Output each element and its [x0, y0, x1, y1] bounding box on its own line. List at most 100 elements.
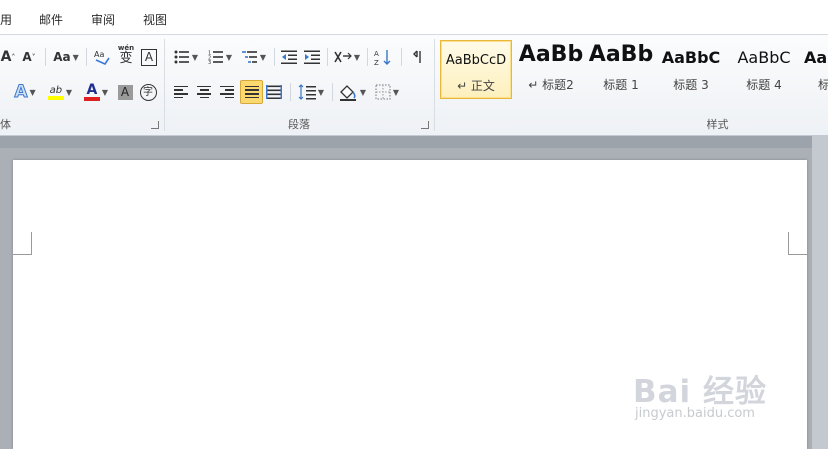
- chevron-down-icon: ▼: [29, 87, 36, 97]
- character-shading-icon: A: [117, 84, 133, 100]
- style-sample: AaBb: [518, 42, 584, 67]
- style-name: 标题 3: [673, 78, 709, 92]
- style-heading-1[interactable]: AaBb 标题 1: [586, 40, 656, 97]
- character-border-icon: A: [141, 48, 157, 66]
- align-right-button[interactable]: [217, 81, 237, 103]
- shrink-font-icon: A: [22, 50, 32, 64]
- sort-button[interactable]: A Z: [372, 46, 394, 68]
- watermark-url: jingyan.baidu.com: [635, 406, 755, 421]
- style-next[interactable]: Aa 标: [800, 40, 828, 97]
- clear-formatting-button[interactable]: Aa: [92, 46, 112, 68]
- font-group: A ˄ A ˅ Aa ▼ Aa wén 变 A A ▼ ab ▼ A ▼ A 字…: [0, 35, 164, 135]
- asian-layout-icon: [334, 51, 352, 63]
- svg-text:3: 3: [208, 60, 211, 64]
- chevron-down-icon: ▼: [65, 87, 73, 97]
- paragraph-group: ▼ 1 2 3 ▼ ▼ ▼ A Z ▼ ▼ ▼ 段落: [165, 35, 433, 135]
- style-name: 标题 4: [746, 78, 782, 92]
- increase-indent-button[interactable]: [302, 46, 322, 68]
- tab-view[interactable]: 视图: [143, 11, 167, 28]
- align-left-button[interactable]: [171, 81, 191, 103]
- separator: [401, 48, 402, 66]
- highlight-icon: ab: [49, 84, 63, 96]
- distributed-button[interactable]: [264, 81, 284, 103]
- ribbon: A ˄ A ˅ Aa ▼ Aa wén 变 A A ▼ ab ▼ A ▼ A 字…: [0, 35, 828, 136]
- borders-button[interactable]: ▼: [372, 81, 402, 103]
- line-spacing-button[interactable]: ▼: [296, 81, 326, 103]
- font-color-swatch: [83, 97, 100, 101]
- highlight-color-swatch: [47, 95, 64, 100]
- align-center-icon: [197, 85, 211, 99]
- font-color-button[interactable]: A ▼: [80, 81, 112, 103]
- crop-mark-right: [788, 232, 807, 255]
- enclose-characters-button[interactable]: 字: [138, 81, 158, 103]
- tab-mailings[interactable]: 邮件: [39, 11, 63, 28]
- phonetic-guide-button[interactable]: wén 变: [116, 44, 136, 66]
- character-shading-button[interactable]: A: [116, 81, 134, 103]
- distributed-icon: [266, 85, 282, 99]
- tab-review[interactable]: 审阅: [91, 11, 115, 28]
- asian-layout-button[interactable]: ▼: [332, 46, 362, 68]
- change-case-label: Aa: [53, 50, 71, 64]
- chevron-down-icon: ▼: [317, 87, 325, 97]
- crop-mark-left: [13, 232, 32, 255]
- justify-icon: [244, 85, 259, 99]
- enclose-characters-icon: 字: [139, 83, 157, 101]
- style-heading-4[interactable]: AaBbC 标题 4: [729, 40, 799, 97]
- show-hide-marks-button[interactable]: [407, 46, 427, 68]
- bullets-button[interactable]: ▼: [171, 46, 201, 68]
- paragraph-dialog-launcher[interactable]: [421, 121, 429, 129]
- multilevel-list-button[interactable]: ▼: [239, 46, 269, 68]
- style-sample: AaBb: [588, 42, 654, 67]
- watermark-logo-text: Bai 经验: [633, 374, 767, 410]
- separator: [274, 48, 275, 66]
- chevron-down-icon: ▼: [225, 52, 233, 62]
- style-sample: AaBbC: [737, 48, 791, 67]
- align-center-button[interactable]: [194, 81, 214, 103]
- style-sample: Aa: [804, 48, 828, 67]
- style-sample: AaBbCcD: [445, 53, 507, 68]
- style-name: 标题 1: [603, 78, 639, 92]
- style-heading-3[interactable]: AaBbC 标题 3: [656, 40, 726, 97]
- justify-button[interactable]: [240, 80, 263, 104]
- bullets-icon: [174, 50, 189, 64]
- text-effects-icon: A: [14, 82, 28, 103]
- phonetic-char: 变: [119, 51, 133, 66]
- svg-text:A: A: [374, 50, 379, 58]
- decrease-indent-button[interactable]: [279, 46, 299, 68]
- paragraph-group-label: 段落: [288, 118, 310, 131]
- character-border-button[interactable]: A: [140, 46, 158, 68]
- line-spacing-icon: [298, 84, 316, 100]
- style-name: 标: [818, 78, 828, 92]
- style-heading-2[interactable]: AaBb ↵ 标题2: [516, 40, 586, 97]
- shading-button[interactable]: ▼: [337, 81, 367, 103]
- increase-indent-icon: [304, 50, 320, 64]
- font-dialog-launcher[interactable]: [151, 121, 159, 129]
- grow-font-icon: A: [0, 49, 12, 65]
- numbering-button[interactable]: 1 2 3 ▼: [205, 46, 235, 68]
- tab-reference[interactable]: 用: [0, 11, 12, 28]
- highlight-color-button[interactable]: ab ▼: [44, 81, 76, 103]
- watermark: Bai 经验 jingyan.baidu.com: [633, 360, 813, 430]
- vertical-scrollbar[interactable]: [812, 136, 828, 449]
- ribbon-tab-bar: 用 邮件 审阅 视图: [0, 0, 828, 35]
- grow-font-button[interactable]: A ˄: [0, 46, 16, 68]
- align-left-icon: [174, 85, 188, 99]
- chevron-down-icon: ▼: [259, 52, 267, 62]
- chevron-down-icon: ▼: [359, 87, 367, 97]
- numbering-icon: 1 2 3: [208, 51, 223, 64]
- text-effects-button[interactable]: A ▼: [10, 81, 40, 103]
- paint-bucket-icon: [339, 85, 356, 101]
- chevron-down-icon: ▼: [101, 87, 109, 97]
- chevron-down-icon: ▼: [191, 52, 199, 62]
- change-case-button[interactable]: Aa ▼: [52, 46, 80, 68]
- shrink-font-button[interactable]: A ˅: [20, 46, 38, 68]
- svg-text:Z: Z: [374, 59, 379, 66]
- separator: [367, 48, 368, 66]
- style-name: ↵ 正文: [457, 79, 495, 93]
- borders-icon: [375, 84, 391, 100]
- style-normal[interactable]: AaBbCcD ↵ 正文: [440, 40, 512, 99]
- separator: [332, 83, 333, 101]
- chevron-down-icon: ▼: [392, 87, 400, 97]
- decrease-indent-icon: [281, 50, 297, 64]
- chevron-down-icon: ▼: [72, 52, 79, 62]
